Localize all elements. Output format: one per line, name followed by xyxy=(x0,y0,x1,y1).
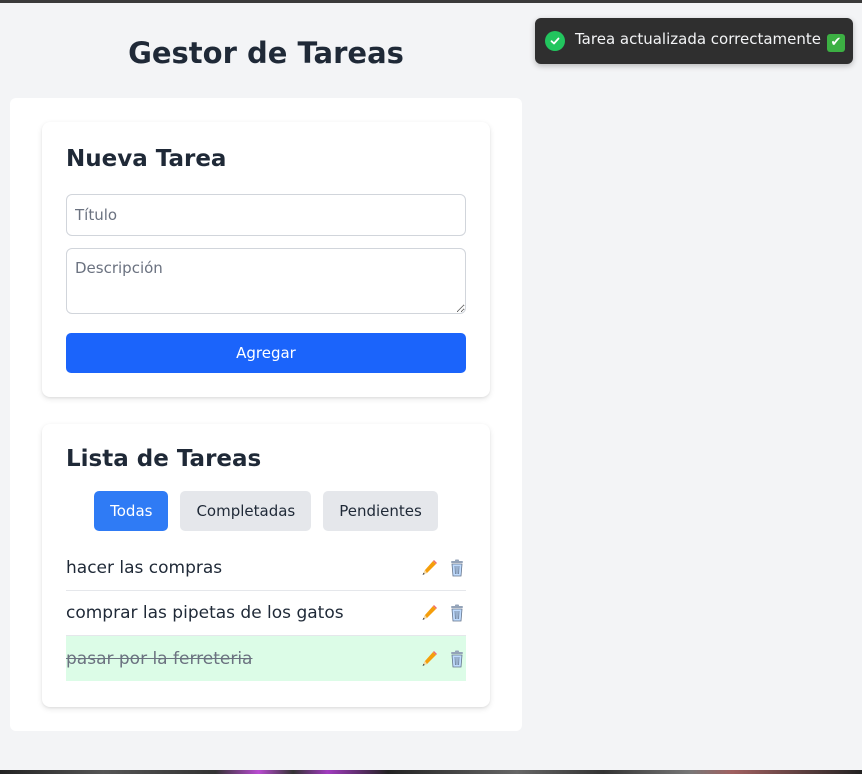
check-circle-icon xyxy=(545,31,565,51)
filter-completed-button[interactable]: Completadas xyxy=(180,491,312,531)
task-list: hacer las compras comprar las pipetas de… xyxy=(66,546,466,681)
filter-all-button[interactable]: Todas xyxy=(94,491,169,531)
window-top-border xyxy=(0,0,862,3)
filter-group: Todas Completadas Pendientes xyxy=(42,491,490,531)
task-list-card: Lista de Tareas Todas Completadas Pendie… xyxy=(42,424,490,707)
main-panel: Nueva Tarea Agregar Lista de Tareas Toda… xyxy=(10,98,522,731)
toast-message: Tarea actualizada correctamente ✔ xyxy=(575,30,845,52)
task-list-heading: Lista de Tareas xyxy=(66,446,262,472)
task-text: pasar por la ferreteria xyxy=(66,648,253,669)
pencil-icon[interactable] xyxy=(420,649,438,669)
trash-icon[interactable] xyxy=(448,603,466,623)
new-task-card: Nueva Tarea Agregar xyxy=(42,122,490,397)
task-row: comprar las pipetas de los gatos xyxy=(66,591,466,636)
task-actions xyxy=(420,558,466,578)
page-title: Gestor de Tareas xyxy=(128,36,404,70)
add-task-button[interactable]: Agregar xyxy=(66,333,466,373)
pencil-icon[interactable] xyxy=(420,603,438,623)
task-text: hacer las compras xyxy=(66,558,223,578)
task-actions xyxy=(420,649,466,669)
success-toast[interactable]: Tarea actualizada correctamente ✔ xyxy=(535,18,853,64)
bottom-background-strip xyxy=(0,770,862,774)
description-input[interactable] xyxy=(66,248,466,314)
task-row-completed: pasar por la ferreteria xyxy=(66,636,466,681)
trash-icon[interactable] xyxy=(448,558,466,578)
new-task-heading: Nueva Tarea xyxy=(66,146,227,172)
trash-icon[interactable] xyxy=(448,649,466,669)
task-text: comprar las pipetas de los gatos xyxy=(66,603,344,623)
pencil-icon[interactable] xyxy=(420,558,438,578)
check-mark-emoji-icon: ✔ xyxy=(826,34,845,52)
toast-message-text: Tarea actualizada correctamente xyxy=(575,30,821,48)
filter-pending-button[interactable]: Pendientes xyxy=(323,491,438,531)
task-actions xyxy=(420,603,466,623)
title-input[interactable] xyxy=(66,194,466,236)
task-row: hacer las compras xyxy=(66,546,466,591)
